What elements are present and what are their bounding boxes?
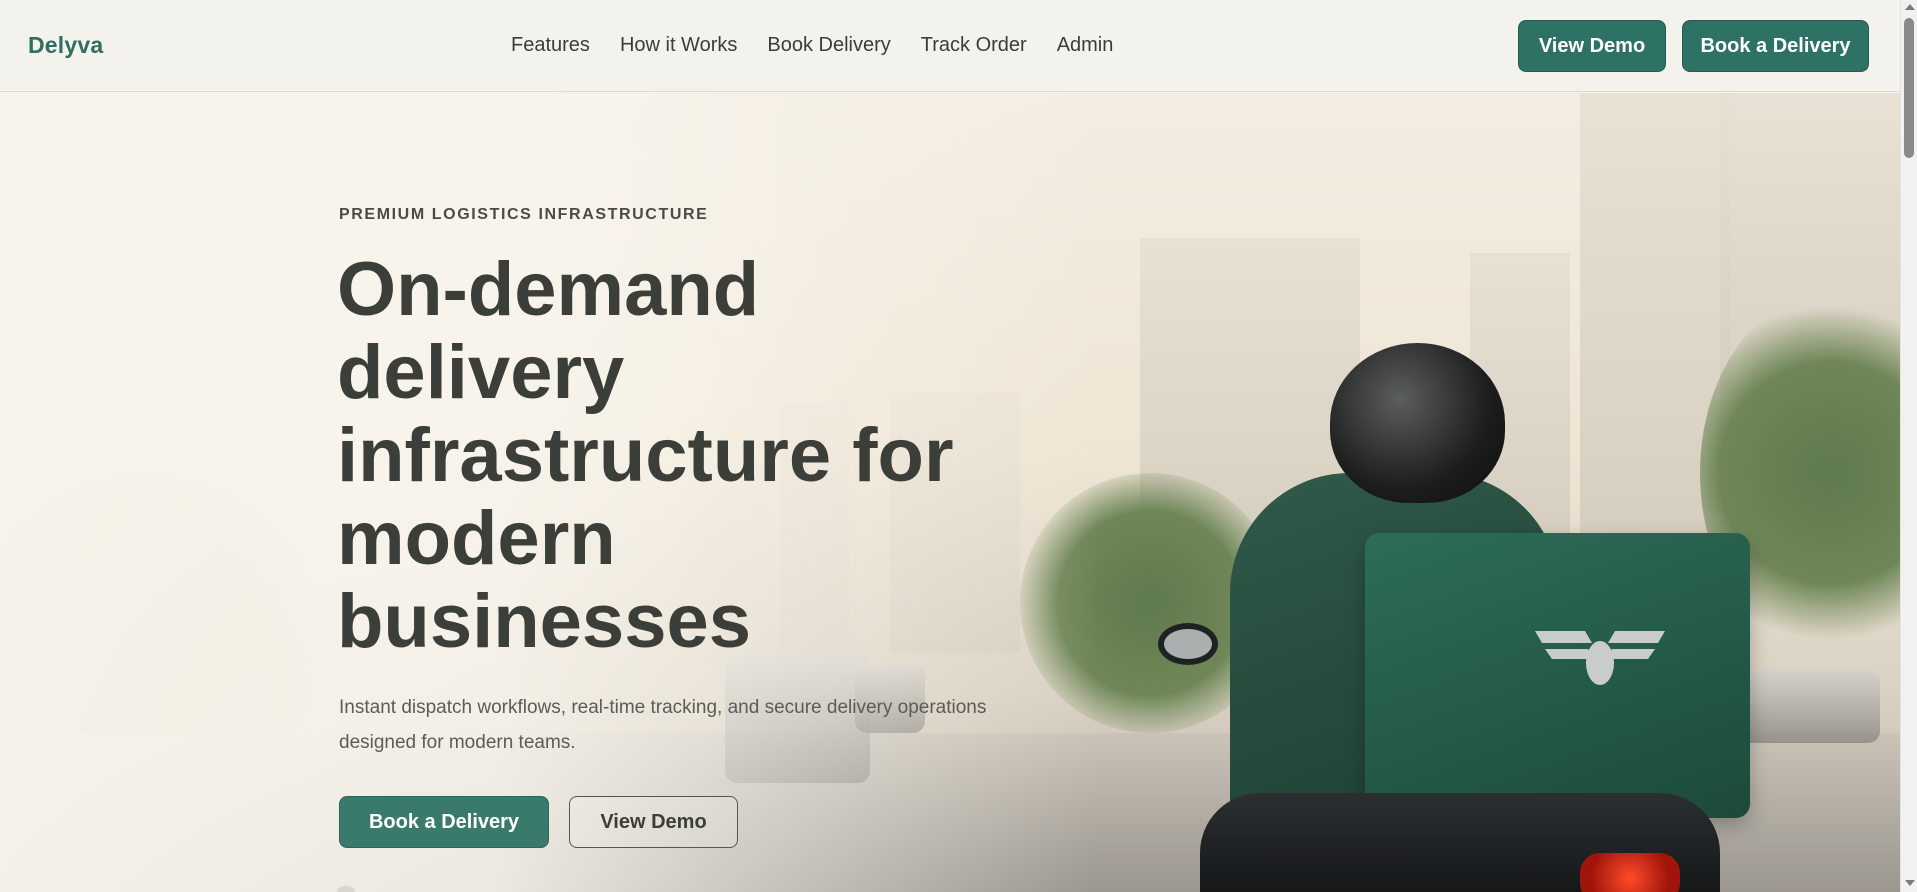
scroll-down-arrow-icon[interactable]: [1905, 880, 1915, 886]
nav-link-track-order[interactable]: Track Order: [921, 34, 1027, 57]
header-book-delivery-button[interactable]: Book a Delivery: [1682, 20, 1869, 72]
site-header: Delyva Features How it Works Book Delive…: [0, 0, 1900, 92]
scroll-up-arrow-icon[interactable]: [1905, 4, 1915, 10]
nav-link-book-delivery[interactable]: Book Delivery: [767, 34, 890, 57]
hero-eyebrow: PREMIUM LOGISTICS INFRASTRUCTURE: [339, 206, 709, 223]
nav-link-admin[interactable]: Admin: [1057, 34, 1114, 57]
below-fold-indicator: [337, 886, 355, 892]
hero-subtitle: Instant dispatch workflows, real-time tr…: [339, 697, 987, 753]
nav-link-features[interactable]: Features: [511, 34, 590, 57]
wing-logo-icon: [1535, 631, 1665, 685]
main-nav: Features How it Works Book Delivery Trac…: [511, 34, 1113, 57]
hero-title: On-demand delivery infrastructure for mo…: [337, 247, 954, 664]
page-scrollbar[interactable]: [1900, 0, 1917, 892]
brand-logo[interactable]: Delyva: [28, 32, 103, 59]
header-view-demo-button[interactable]: View Demo: [1518, 20, 1666, 72]
tail-light: [1580, 853, 1680, 892]
helmet-shape: [1330, 343, 1505, 503]
nav-link-how-it-works[interactable]: How it Works: [620, 34, 737, 57]
hero-view-demo-button[interactable]: View Demo: [569, 796, 738, 848]
scooter-mirror: [1158, 623, 1218, 665]
scrollbar-thumb[interactable]: [1904, 18, 1914, 158]
hero-book-delivery-button[interactable]: Book a Delivery: [339, 796, 549, 848]
